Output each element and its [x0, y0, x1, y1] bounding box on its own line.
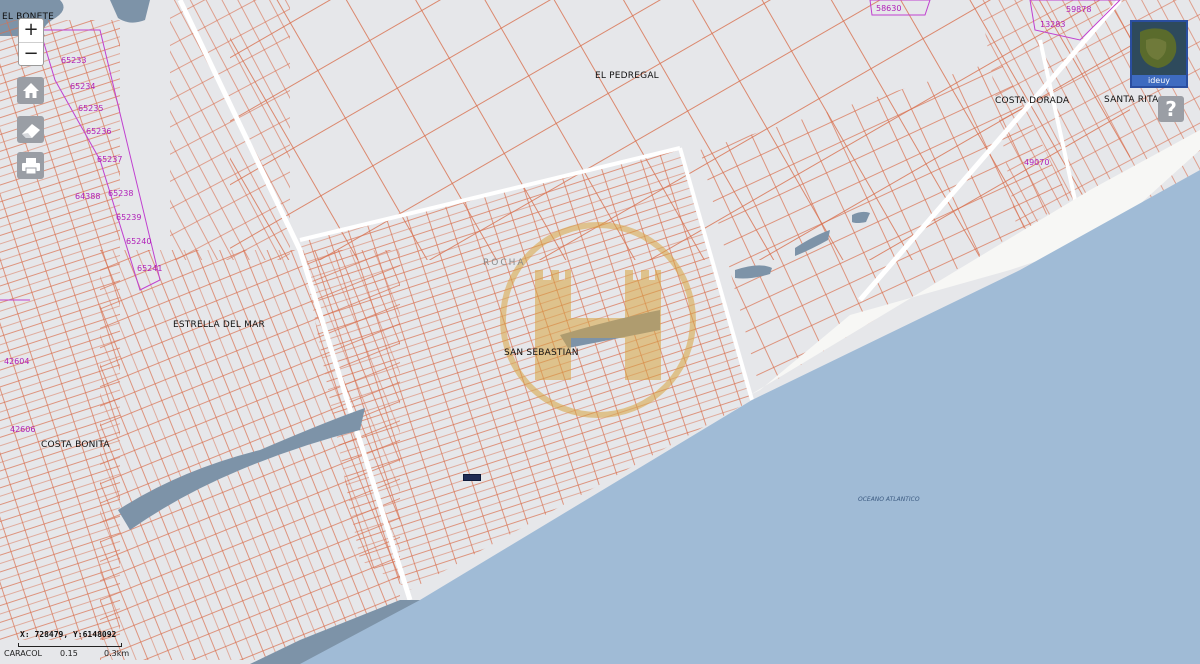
parcel-id-label: 65234: [70, 82, 96, 91]
parcel-id-label: 42606: [10, 425, 36, 434]
overview-label: ideuy: [1132, 75, 1186, 86]
scale-bar: [18, 643, 122, 647]
overview-thumbnail: [1132, 22, 1186, 75]
parcel-id-label: 65236: [86, 127, 112, 136]
zoom-control: + −: [18, 18, 44, 66]
eraser-button[interactable]: [17, 116, 44, 143]
parcel-id-label: 65239: [116, 213, 142, 222]
zoom-in-button[interactable]: +: [19, 19, 43, 42]
home-button[interactable]: [17, 77, 44, 104]
parcel-id-label: 13283: [1040, 20, 1066, 29]
parcel-id-label: 42604: [4, 357, 30, 366]
place-estrella-del-mar: ESTRELLA DEL MAR: [173, 320, 265, 330]
place-santa-rita: SANTA RITA: [1104, 95, 1159, 105]
coordinate-readout: X: 728479, Y:6148092: [20, 630, 117, 639]
parcel-id-label: 65237: [97, 155, 123, 164]
zoom-out-button[interactable]: −: [19, 42, 43, 66]
scale-mid-label: 0.15: [60, 649, 78, 658]
print-button[interactable]: [17, 152, 44, 179]
department-label: ROCHA: [483, 258, 526, 268]
parcel-id-label: 65241: [137, 264, 163, 273]
ocean-label: OCEANO ATLANTICO: [858, 496, 920, 503]
help-button[interactable]: ?: [1158, 96, 1184, 122]
parcel-id-label: 65240: [126, 237, 152, 246]
place-costa-dorada: COSTA DORADA: [995, 96, 1070, 106]
home-icon: [22, 82, 39, 98]
parcel-id-label: 65233: [61, 56, 87, 65]
parcel-id-label: 65238: [108, 189, 134, 198]
place-costa-bonita: COSTA BONITA: [41, 440, 110, 450]
selected-parcel-marker[interactable]: [463, 474, 481, 481]
parcel-id-label: 58630: [876, 4, 902, 13]
place-san-sebastian: SAN SEBASTIAN: [504, 348, 579, 358]
scale-end-label: 0.3km: [104, 649, 130, 658]
parcel-id-label: 59878: [1066, 5, 1092, 14]
parcels-northwest: [170, 0, 290, 260]
parcel-id-label: 49070: [1024, 158, 1050, 167]
print-icon: [21, 157, 40, 174]
parcel-id-label: 64388: [75, 192, 101, 201]
eraser-icon: [21, 123, 40, 138]
place-el-pedregal: EL PEDREGAL: [595, 71, 659, 81]
parcel-id-label: 65235: [78, 104, 104, 113]
scale-start-label: CARACOL: [4, 649, 42, 658]
overview-map-button[interactable]: ideuy: [1130, 20, 1188, 88]
